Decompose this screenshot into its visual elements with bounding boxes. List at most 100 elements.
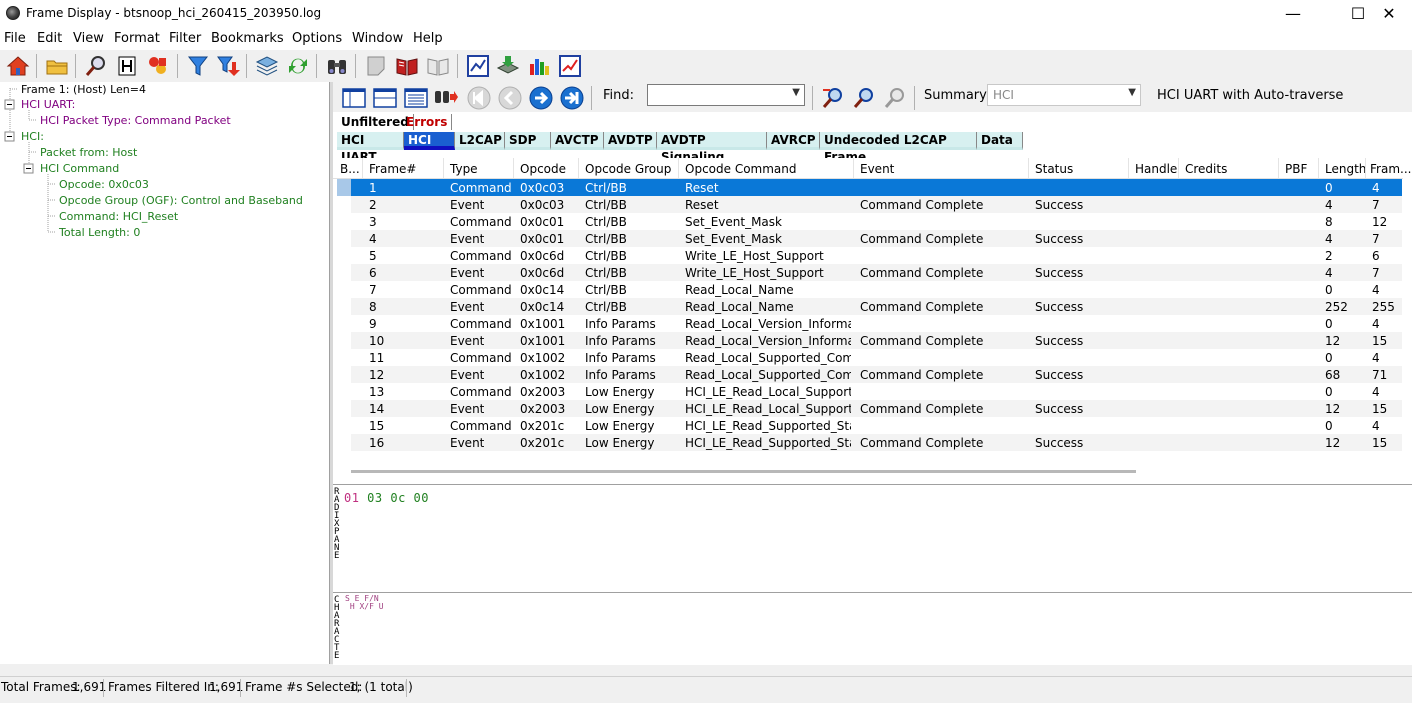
tab-avdtp-signaling[interactable]: AVDTP Signaling (657, 132, 767, 164)
table-row[interactable]: 11 Command 0x1002 Info Params Read_Local_Sup… (351, 349, 1402, 366)
tree-node-hci-command[interactable]: HCI Command (40, 162, 119, 175)
find-previous-icon[interactable] (821, 86, 845, 110)
row-bookmark-cell[interactable] (337, 332, 351, 349)
tree-node-opcode[interactable]: Opcode: 0x0c03 (59, 178, 149, 191)
open-folder-icon[interactable] (45, 54, 69, 78)
tree-node-packet-from[interactable]: Packet from: Host (40, 146, 137, 159)
col-handle[interactable]: Handle (1135, 162, 1177, 176)
last-frame-icon[interactable] (560, 86, 584, 110)
row-bookmark-cell[interactable] (337, 196, 351, 213)
summary-select[interactable]: HCI ▼ (987, 84, 1141, 106)
menu-help[interactable]: Help (413, 31, 443, 46)
row-bookmark-cell[interactable] (337, 383, 351, 400)
table-row[interactable]: 7 Command 0x0c14 Ctrl/BB Read_Local_Name 0 4 (351, 281, 1402, 298)
col-opcode[interactable]: Opcode (520, 162, 566, 176)
layout-pane-icon-2[interactable] (373, 86, 397, 110)
col-length[interactable]: Length (1325, 162, 1366, 176)
tab-data[interactable]: Data (977, 132, 1023, 150)
tree-node-total-length[interactable]: Total Length: 0 (59, 226, 140, 239)
row-bookmark-cell[interactable] (337, 400, 351, 417)
col-status[interactable]: Status (1035, 162, 1073, 176)
character-bytes[interactable]: S E F/N H X/F U (345, 595, 384, 611)
tree-node-hci[interactable]: HCI: (21, 130, 44, 143)
table-row[interactable]: 14 Event 0x2003 Low Energy HCI_LE_Read_Local… (351, 400, 1402, 417)
menu-bookmarks[interactable]: Bookmarks (211, 31, 284, 46)
col-frame-length[interactable]: Fram... (1370, 162, 1411, 176)
row-bookmark-cell[interactable] (337, 366, 351, 383)
tab-l2cap[interactable]: L2CAP (455, 132, 505, 150)
menu-format[interactable]: Format (114, 31, 160, 46)
trend-chart-icon[interactable] (558, 54, 582, 78)
table-row[interactable]: 4 Event 0x0c01 Ctrl/BB Set_Event_Mask Command… (351, 230, 1402, 247)
first-frame-icon[interactable] (467, 86, 491, 110)
binoculars-next-icon[interactable] (434, 86, 458, 110)
table-row[interactable]: 13 Command 0x2003 Low Energy HCI_LE_Read_Loc… (351, 383, 1402, 400)
chevron-down-icon[interactable]: ▼ (1128, 87, 1136, 98)
table-row[interactable]: 5 Command 0x0c6d Ctrl/BB Write_LE_Host_Suppo… (351, 247, 1402, 264)
layout-pane-icon-3[interactable] (404, 86, 428, 110)
menu-edit[interactable]: Edit (37, 31, 62, 46)
book-gray-icon[interactable] (426, 54, 450, 78)
col-opcode-group[interactable]: Opcode Group (585, 162, 671, 176)
table-row[interactable]: 2 Event 0x0c03 Ctrl/BB Reset Command Complete… (351, 196, 1402, 213)
chevron-down-icon[interactable]: ▼ (792, 87, 800, 98)
note-icon[interactable] (364, 54, 388, 78)
bar-chart-icon[interactable] (527, 54, 551, 78)
previous-frame-icon[interactable] (498, 86, 522, 110)
binoculars-icon[interactable] (325, 54, 349, 78)
home-icon[interactable] (6, 54, 30, 78)
row-bookmark-cell[interactable] (337, 281, 351, 298)
menu-filter[interactable]: Filter (169, 31, 201, 46)
find-next-icon[interactable] (852, 86, 876, 110)
col-bookmark[interactable]: B... (340, 162, 360, 176)
next-frame-icon[interactable] (529, 86, 553, 110)
row-bookmark-cell[interactable] (337, 349, 351, 366)
tab-avdtp[interactable]: AVDTP (604, 132, 657, 150)
decode-icon[interactable] (146, 54, 170, 78)
row-bookmark-cell[interactable] (337, 434, 351, 451)
filter-arrow-icon[interactable] (216, 54, 240, 78)
menu-file[interactable]: File (4, 31, 26, 46)
col-event[interactable]: Event (860, 162, 894, 176)
tab-avrcp[interactable]: AVRCP (767, 132, 820, 150)
table-row[interactable]: 8 Event 0x0c14 Ctrl/BB Read_Local_Name Comman… (351, 298, 1402, 315)
layout-pane-icon-1[interactable] (342, 86, 366, 110)
table-row[interactable]: 15 Command 0x201c Low Energy HCI_LE_Read_Sup… (351, 417, 1402, 434)
filter-icon[interactable] (186, 54, 210, 78)
menu-window[interactable]: Window (352, 31, 403, 46)
menu-options[interactable]: Options (292, 31, 342, 46)
book-red-icon[interactable] (395, 54, 419, 78)
col-frame[interactable]: Frame# (369, 162, 416, 176)
row-bookmark-cell[interactable] (337, 298, 351, 315)
table-row[interactable]: 3 Command 0x0c01 Ctrl/BB Set_Event_Mask 8 12 (351, 213, 1402, 230)
tab-sdp[interactable]: SDP (505, 132, 551, 150)
tab-avctp[interactable]: AVCTP (551, 132, 604, 150)
close-button[interactable]: ✕ (1366, 0, 1412, 28)
search-icon[interactable] (84, 54, 108, 78)
tree-node-packet-type[interactable]: HCI Packet Type: Command Packet (40, 114, 231, 127)
row-bookmark-cell[interactable] (337, 213, 351, 230)
row-bookmark-cell[interactable] (337, 264, 351, 281)
col-credits[interactable]: Credits (1185, 162, 1227, 176)
radix-bytes[interactable]: 01 03 0c 00 (344, 491, 429, 505)
tree-node-frame[interactable]: Frame 1: (Host) Len=4 (21, 83, 146, 96)
tab-undecoded-l2cap[interactable]: Undecoded L2CAP Frame (820, 132, 977, 164)
row-bookmark-cell[interactable] (337, 230, 351, 247)
line-chart-icon[interactable] (466, 54, 490, 78)
refresh-icon[interactable] (286, 54, 310, 78)
tab-hci-uart[interactable]: HCI UART (337, 132, 404, 164)
tree-node-hci-uart[interactable]: HCI UART: (21, 98, 75, 111)
row-bookmark-cell[interactable] (337, 179, 351, 196)
tab-hci[interactable]: HCI (404, 132, 455, 150)
row-bookmark-cell[interactable] (337, 315, 351, 332)
tab-errors[interactable]: Errors (402, 114, 453, 130)
table-row[interactable]: 10 Event 0x1001 Info Params Read_Local_Versi… (351, 332, 1402, 349)
col-pbf[interactable]: PBF (1285, 162, 1307, 176)
layers-icon[interactable] (255, 54, 279, 78)
table-row[interactable]: 12 Event 0x1002 Info Params Read_Local_Suppo… (351, 366, 1402, 383)
table-row[interactable]: 6 Event 0x0c6d Ctrl/BB Write_LE_Host_Support… (351, 264, 1402, 281)
export-icon[interactable] (496, 54, 520, 78)
row-bookmark-cell[interactable] (337, 247, 351, 264)
col-type[interactable]: Type (450, 162, 478, 176)
minimize-button[interactable]: — (1270, 0, 1316, 28)
